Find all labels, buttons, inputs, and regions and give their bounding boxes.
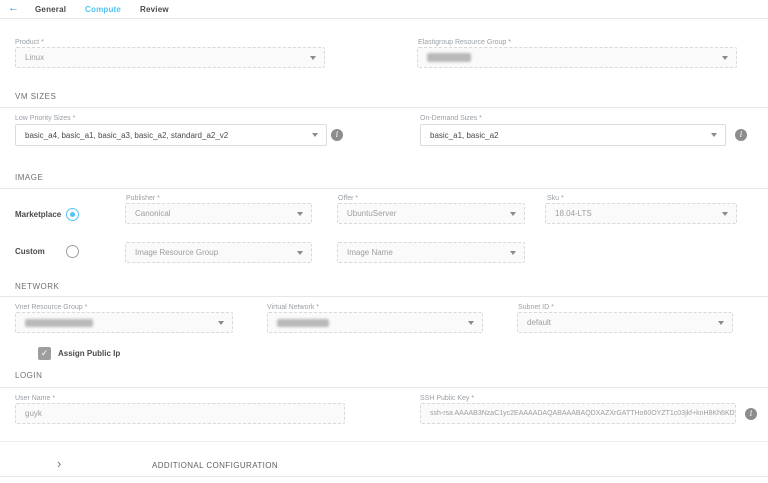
additional-bottom-divider xyxy=(0,476,768,477)
vm-sizes-divider xyxy=(0,107,768,108)
user-name-input[interactable]: guyk xyxy=(15,403,345,424)
subnet-id-value: default xyxy=(527,318,551,327)
tab-review[interactable]: Review xyxy=(140,5,169,14)
elastigroup-resource-group-label: Elastigroup Resource Group * xyxy=(418,39,511,46)
radio-dot xyxy=(70,212,75,217)
on-demand-sizes-value: basic_a1, basic_a2 xyxy=(430,131,499,140)
offer-select[interactable]: UbuntuServer xyxy=(337,203,525,224)
expand-chevron-icon[interactable]: › xyxy=(57,459,61,469)
vm-sizes-section-title: VM SIZES xyxy=(15,92,56,101)
image-name-select[interactable]: Image Name xyxy=(337,242,525,263)
network-section-title: NETWORK xyxy=(15,282,59,291)
vnet-resource-group-select[interactable] xyxy=(15,312,233,333)
sku-value: 18.04-LTS xyxy=(555,209,592,218)
image-section-title: IMAGE xyxy=(15,173,43,182)
chevron-down-icon xyxy=(218,321,224,325)
offer-value: UbuntuServer xyxy=(347,209,396,218)
redacted-value xyxy=(25,319,93,327)
image-resource-group-placeholder: Image Resource Group xyxy=(135,248,218,257)
image-divider xyxy=(0,188,768,189)
ssh-public-key-input[interactable]: ssh-rsa AAAAB3NzaC1yc2EAAAADAQABAAABAQDX… xyxy=(420,403,736,424)
custom-radio[interactable] xyxy=(66,245,79,258)
product-value: Linux xyxy=(25,53,44,62)
subnet-id-select[interactable]: default xyxy=(517,312,733,333)
user-name-label: User Name * xyxy=(15,395,55,402)
header-divider xyxy=(0,18,768,19)
low-priority-sizes-label: Low Priority Sizes * xyxy=(15,115,75,122)
additional-configuration-title[interactable]: ADDITIONAL CONFIGURATION xyxy=(152,461,278,470)
product-label: Product * xyxy=(15,39,44,46)
chevron-down-icon xyxy=(510,212,516,216)
info-icon[interactable]: i xyxy=(735,129,747,141)
redacted-value xyxy=(277,319,329,327)
network-divider xyxy=(0,296,768,297)
login-section-title: LOGIN xyxy=(15,371,42,380)
assign-public-ip-checkbox[interactable]: ✓ xyxy=(38,347,51,360)
low-priority-sizes-select[interactable]: basic_a4, basic_a1, basic_a3, basic_a2, … xyxy=(15,124,327,146)
tab-compute[interactable]: Compute xyxy=(85,5,121,14)
info-icon[interactable]: i xyxy=(745,408,757,420)
back-arrow-icon[interactable]: ← xyxy=(8,2,19,14)
tab-general[interactable]: General xyxy=(35,5,66,14)
ssh-public-key-value: ssh-rsa AAAAB3NzaC1yc2EAAAADAQABAAABAQDX… xyxy=(430,410,736,417)
virtual-network-select[interactable] xyxy=(267,312,483,333)
publisher-select[interactable]: Canonical xyxy=(125,203,312,224)
chevron-down-icon xyxy=(312,133,318,137)
chevron-down-icon xyxy=(468,321,474,325)
sku-label: Sku * xyxy=(547,195,564,202)
publisher-label: Publisher * xyxy=(126,195,160,202)
publisher-value: Canonical xyxy=(135,209,171,218)
info-icon[interactable]: i xyxy=(331,129,343,141)
chevron-down-icon xyxy=(722,56,728,60)
elastigroup-resource-group-select[interactable] xyxy=(417,47,737,68)
vnet-resource-group-label: Vnet Resource Group * xyxy=(15,304,87,311)
on-demand-sizes-label: On-Demand Sizes * xyxy=(420,115,482,122)
custom-label: Custom xyxy=(15,247,45,256)
chevron-down-icon xyxy=(510,251,516,255)
image-resource-group-select[interactable]: Image Resource Group xyxy=(125,242,312,263)
chevron-down-icon xyxy=(718,321,724,325)
chevron-down-icon xyxy=(711,133,717,137)
image-name-placeholder: Image Name xyxy=(347,248,393,257)
assign-public-ip-label: Assign Public Ip xyxy=(58,349,120,358)
offer-label: Offer * xyxy=(338,195,358,202)
marketplace-label: Marketplace xyxy=(15,210,61,219)
subnet-id-label: Subnet ID * xyxy=(518,304,554,311)
chevron-down-icon xyxy=(297,212,303,216)
user-name-value: guyk xyxy=(25,409,42,418)
sku-select[interactable]: 18.04-LTS xyxy=(545,203,737,224)
chevron-down-icon xyxy=(310,56,316,60)
low-priority-sizes-value: basic_a4, basic_a1, basic_a3, basic_a2, … xyxy=(25,131,228,140)
ssh-public-key-label: SSH Public Key * xyxy=(420,395,474,402)
virtual-network-label: Virtual Network * xyxy=(267,304,319,311)
chevron-down-icon xyxy=(722,212,728,216)
compute-form-page: ← General Compute Review Product * Linux… xyxy=(0,0,768,483)
login-divider xyxy=(0,387,768,388)
chevron-down-icon xyxy=(297,251,303,255)
marketplace-radio[interactable] xyxy=(66,208,79,221)
additional-top-divider xyxy=(0,441,768,442)
redacted-value xyxy=(427,53,471,62)
product-select[interactable]: Linux xyxy=(15,47,325,68)
on-demand-sizes-select[interactable]: basic_a1, basic_a2 xyxy=(420,124,726,146)
